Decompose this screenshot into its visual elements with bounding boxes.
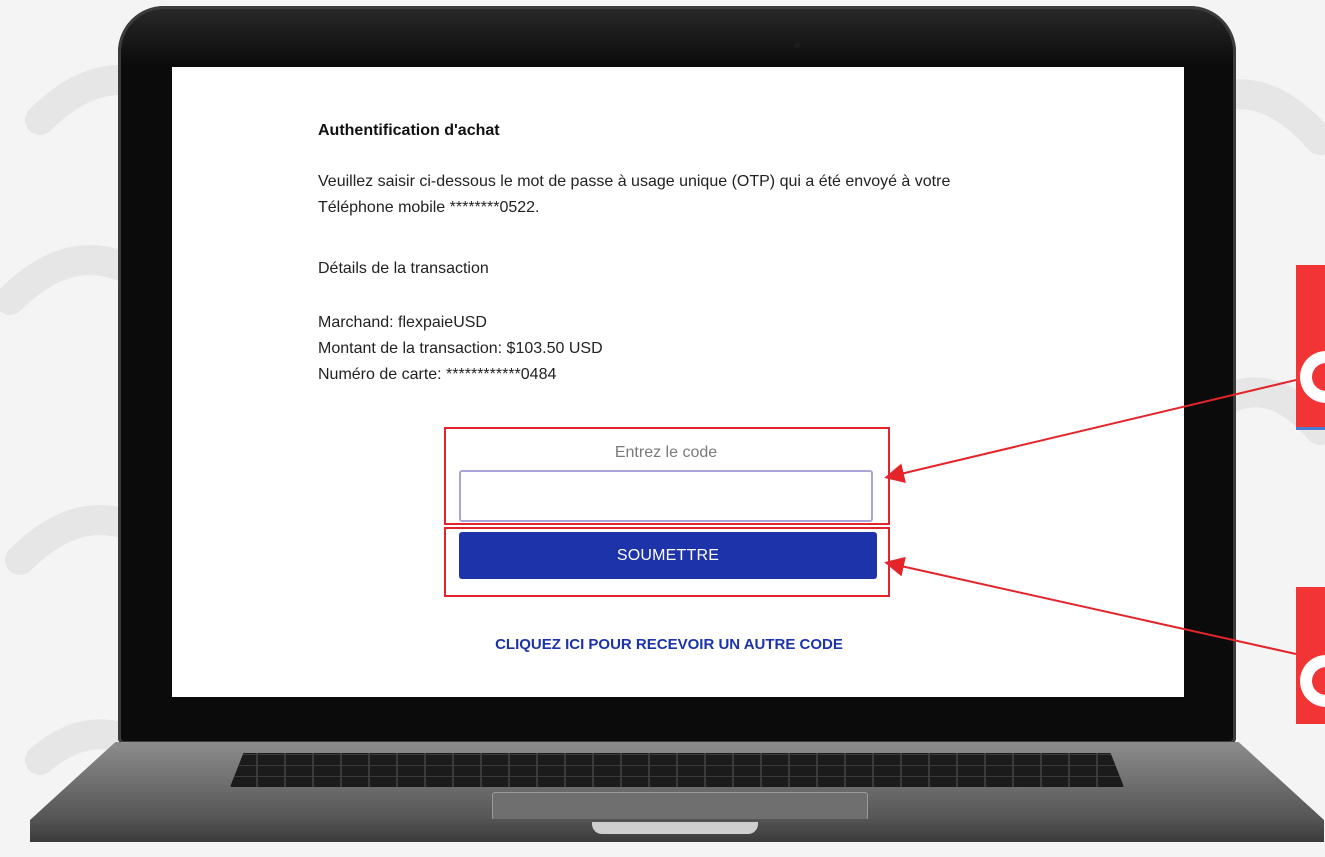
amount-line: Montant de la transaction: $103.50 USD — [318, 340, 603, 357]
callout-box-step-1 — [1296, 265, 1325, 430]
step-number-icon — [1300, 351, 1325, 403]
button-highlight-box — [444, 527, 890, 597]
laptop-notch — [592, 822, 758, 834]
trackpad — [492, 792, 868, 819]
transaction-details: Marchand: flexpaieUSD Montant de la tran… — [318, 310, 603, 388]
input-highlight-box — [444, 427, 890, 525]
page-title: Authentification d'achat — [318, 122, 500, 139]
step-number-icon — [1300, 655, 1325, 707]
card-number-line: Numéro de carte: ************0484 — [318, 366, 557, 383]
merchant-line: Marchand: flexpaieUSD — [318, 314, 487, 331]
callout-box-step-2 — [1296, 587, 1325, 724]
otp-instruction: Veuillez saisir ci-dessous le mot de pas… — [318, 173, 951, 216]
resend-code-link[interactable]: CLIQUEZ ICI POUR RECEVOIR UN AUTRE CODE — [430, 636, 908, 653]
webcam-icon — [794, 42, 800, 48]
transaction-details-heading: Détails de la transaction — [318, 260, 489, 277]
screen: Authentification d'achat Veuillez saisir… — [172, 67, 1184, 697]
keyboard — [230, 753, 1124, 787]
